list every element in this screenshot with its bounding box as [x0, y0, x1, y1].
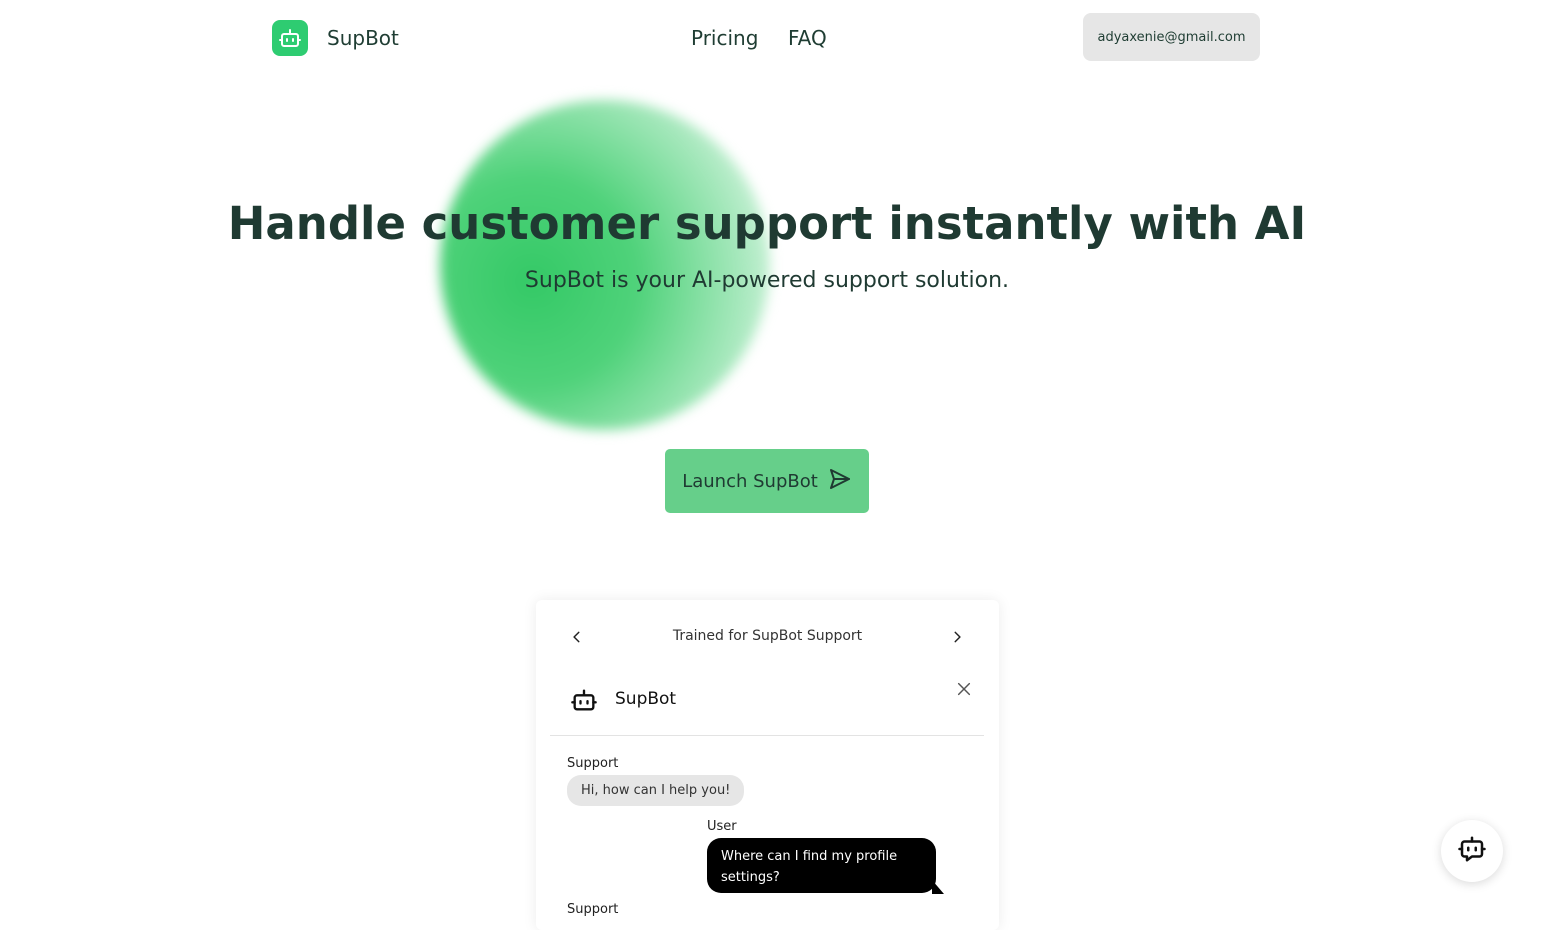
message-sender: Support	[567, 902, 619, 917]
nav-link-faq[interactable]: FAQ	[788, 26, 827, 50]
launch-button-label: Launch SupBot	[682, 470, 818, 492]
robot-icon[interactable]	[272, 20, 308, 56]
decorative-gradient-blob	[440, 100, 770, 430]
chat-preview-card: Trained for SupBot Support SupBot Suppor…	[536, 600, 999, 930]
account-button[interactable]: adyaxenie@gmail.com	[1083, 13, 1260, 61]
bot-name: SupBot	[615, 689, 677, 709]
robot-chat-icon	[1457, 834, 1487, 868]
close-icon[interactable]	[953, 678, 975, 700]
message-sender: User	[707, 819, 737, 834]
nav-link-pricing[interactable]: Pricing	[691, 26, 758, 50]
chevron-right-icon[interactable]	[946, 626, 968, 648]
chat-launcher-button[interactable]	[1441, 820, 1503, 882]
message-bubble-user: Where can I find my profile settings?	[707, 838, 936, 893]
send-icon	[828, 467, 852, 496]
divider	[550, 735, 984, 736]
message-bubble-support: Hi, how can I help you!	[567, 775, 745, 806]
hero-title: Handle customer support instantly with A…	[227, 197, 1307, 250]
robot-icon	[570, 686, 598, 718]
launch-supbot-button[interactable]: Launch SupBot	[665, 449, 869, 513]
message-sender: Support	[567, 756, 619, 771]
brand-name[interactable]: SupBot	[327, 26, 399, 50]
hero-subtitle: SupBot is your AI-powered support soluti…	[524, 268, 1010, 293]
carousel-title: Trained for SupBot Support	[672, 628, 863, 644]
header: SupBot Pricing FAQ adyaxenie@gmail.com	[0, 0, 1546, 76]
bubble-tail	[932, 880, 944, 894]
